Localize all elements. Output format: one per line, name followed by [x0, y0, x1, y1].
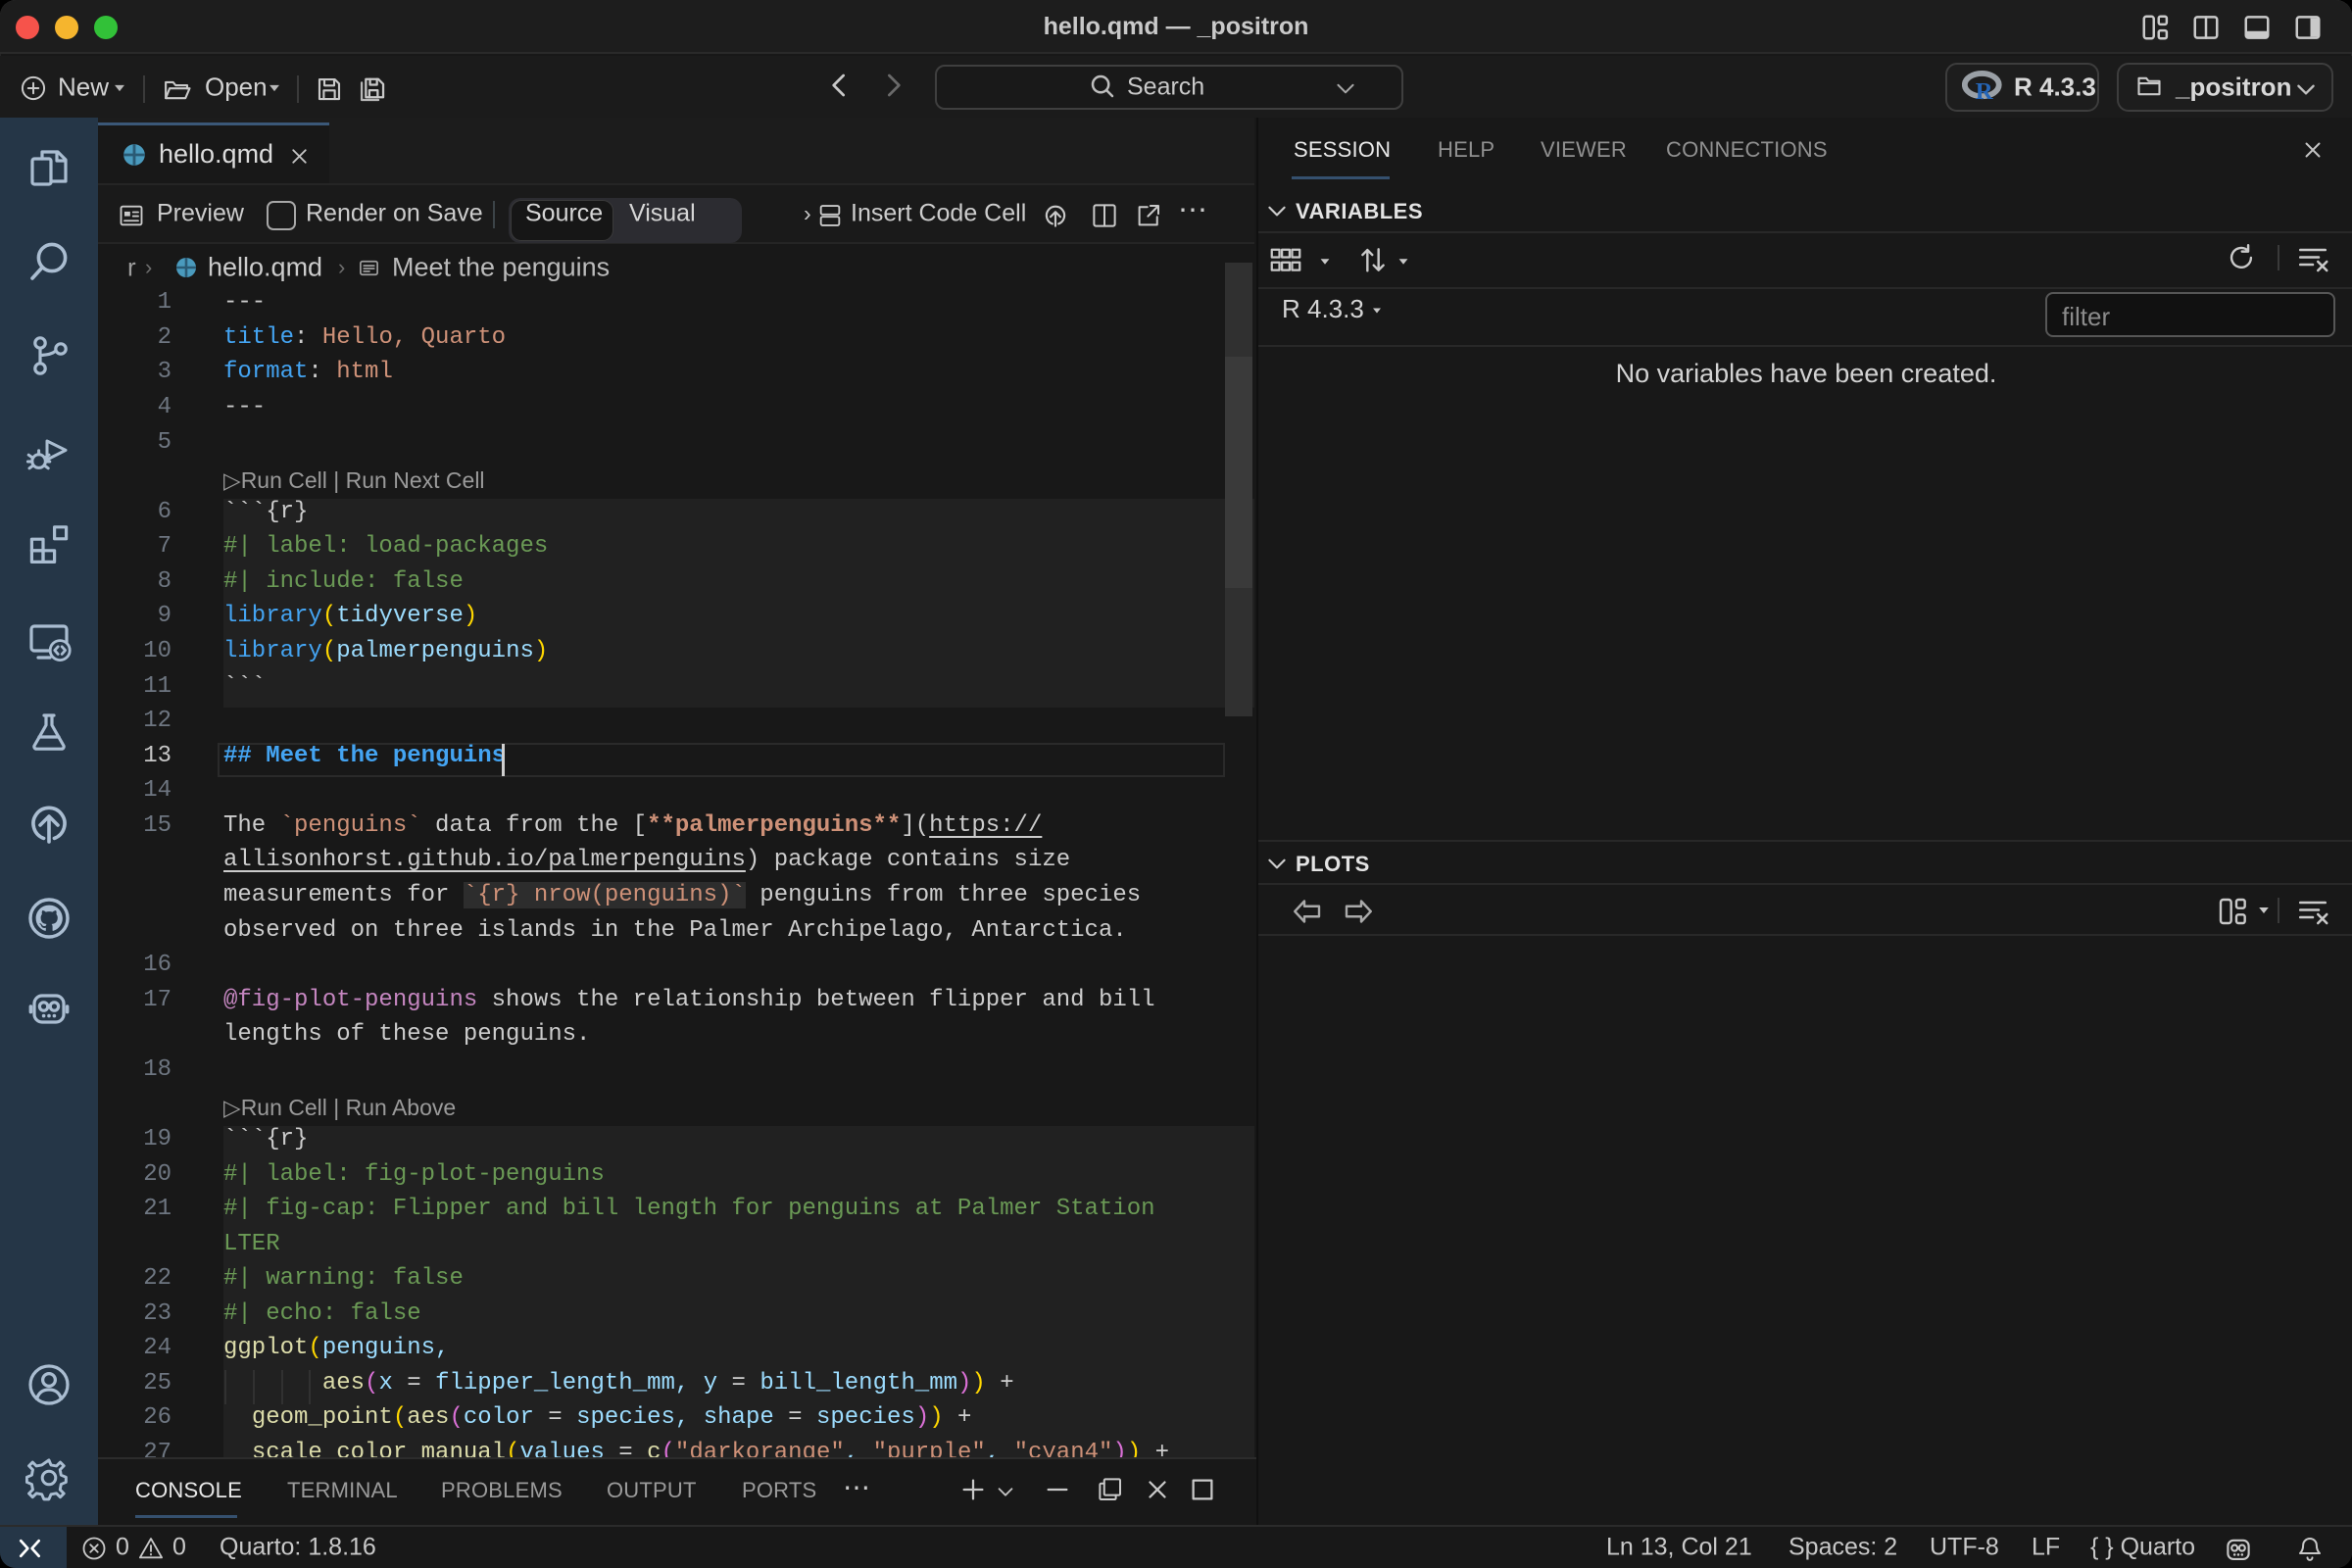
svg-text:R: R	[1976, 78, 1994, 102]
